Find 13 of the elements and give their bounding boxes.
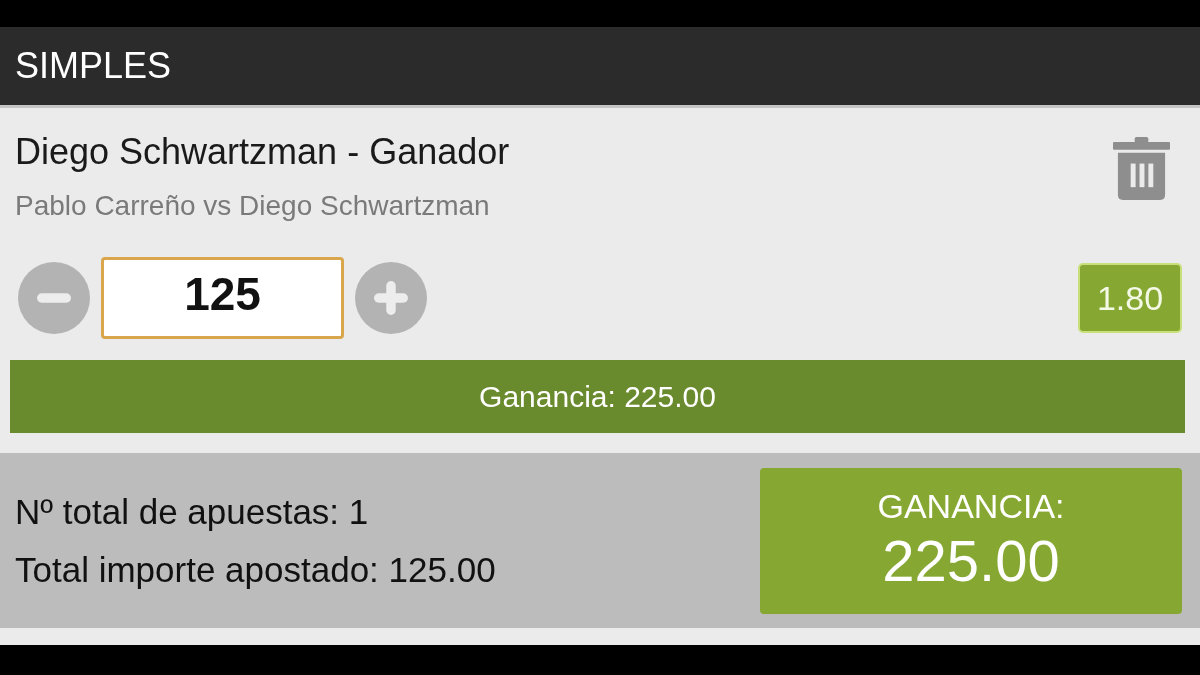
summary-line: Total importe apostado: 125.00	[15, 548, 496, 591]
trash-icon	[1113, 137, 1170, 200]
event-name: Pablo Carreño vs Diego Schwartzman	[15, 189, 491, 223]
header-title: SIMPLES	[15, 44, 172, 88]
summary-line: Nº total de apuestas: 1	[15, 490, 370, 533]
stake-input[interactable]: 125	[101, 257, 344, 339]
delete-button[interactable]	[1113, 137, 1170, 200]
minus-icon	[37, 293, 71, 303]
payout-value: 225.00	[882, 526, 1060, 595]
winnings-text: Ganancia: 225.00	[479, 379, 716, 414]
selection-title: Diego Schwartzman - Ganador	[15, 130, 510, 174]
plus-icon	[374, 281, 408, 315]
payout-label: GANANCIA:	[877, 485, 1065, 526]
